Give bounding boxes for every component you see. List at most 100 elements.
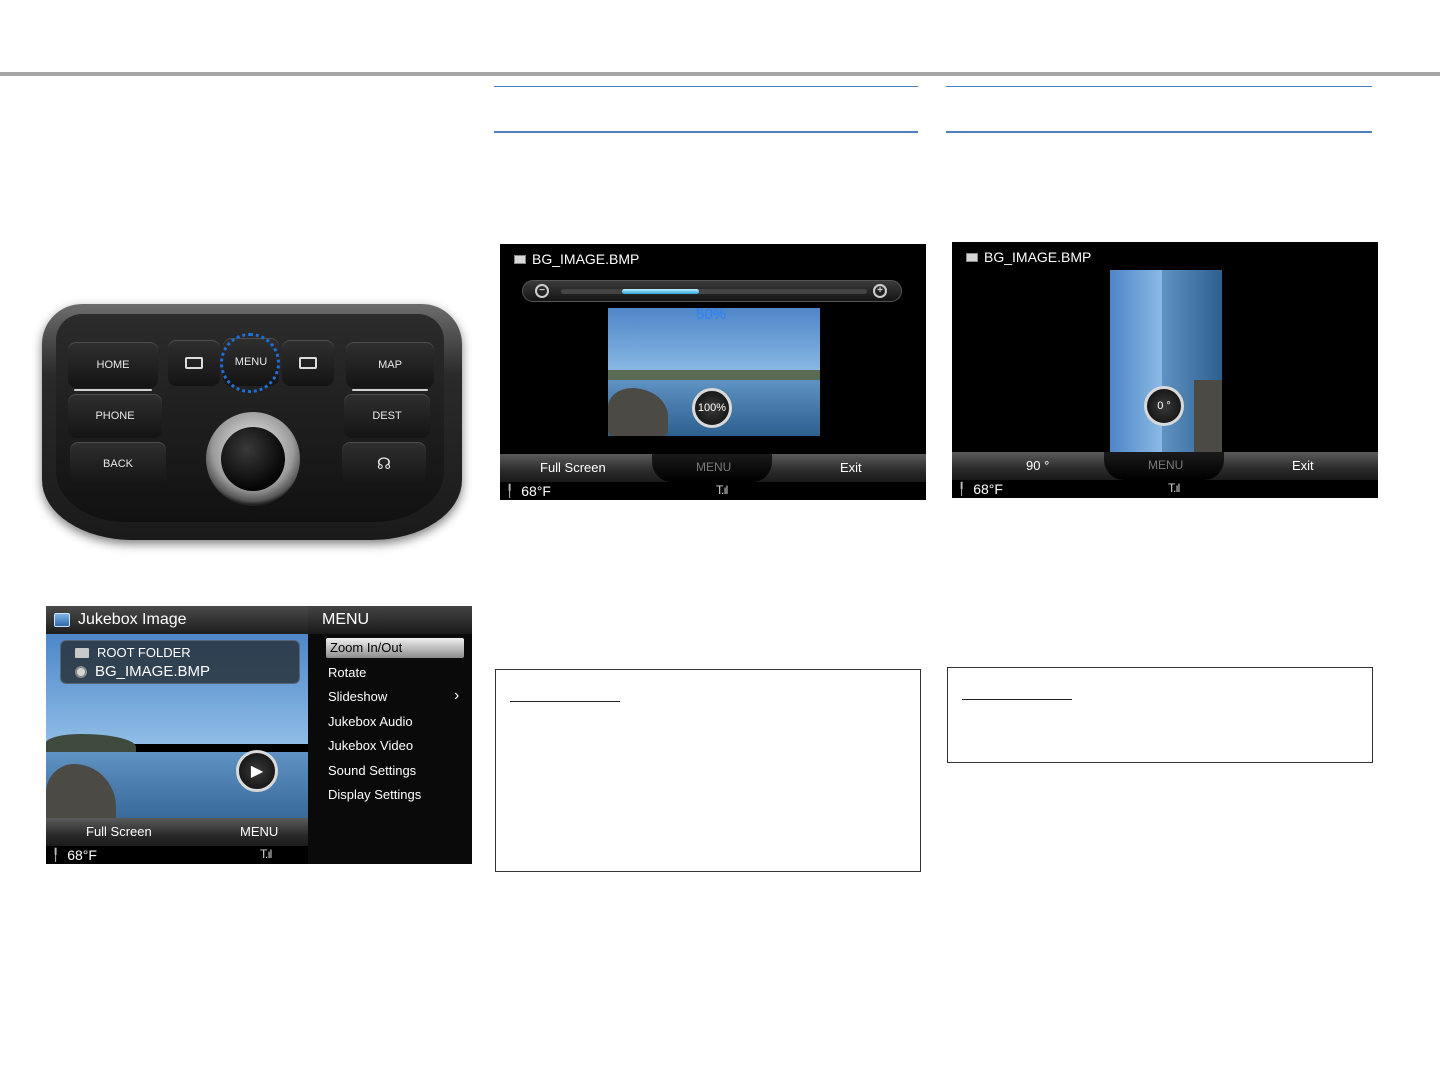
dest-button[interactable]: DEST: [344, 394, 430, 438]
zoom-note-box: [495, 669, 921, 872]
jukebox-header: Jukebox Image: [46, 606, 308, 634]
back-button-label: BACK: [103, 458, 133, 470]
menu-item-display-settings[interactable]: Display Settings: [328, 787, 421, 802]
signal-icon: T.ıl: [716, 483, 728, 497]
map-button[interactable]: MAP: [346, 342, 434, 391]
exit-softkey[interactable]: Exit: [1292, 458, 1314, 473]
play-icon: ▶: [250, 763, 264, 780]
temperature-value: 68°F: [973, 481, 1003, 497]
rotation-badge[interactable]: 0 °: [1144, 386, 1184, 426]
rotate-note-box: [947, 667, 1373, 763]
page-top-rule: [0, 72, 1440, 76]
full-screen-softkey[interactable]: Full Screen: [540, 460, 606, 475]
voice-icon: ☊: [376, 456, 392, 473]
temperature-display: ╿ 68°F: [958, 481, 1003, 497]
photo-rocks: [1194, 380, 1222, 456]
manual-page: HOME PHONE BACK MENU MAP DEST ☊ Jukebox …: [0, 0, 1440, 1080]
zoom-level-badge[interactable]: 100%: [692, 388, 732, 428]
zoom-screen: BG_IMAGE.BMP − + 50% 100% Full Screen ME…: [500, 244, 926, 500]
screen-icon: [299, 357, 317, 369]
menu-item-jukebox-audio[interactable]: Jukebox Audio: [328, 714, 413, 729]
jukebox-softkey-bar: Full Screen MENU: [46, 818, 308, 846]
chevron-right-icon: ›: [454, 687, 460, 704]
dest-button-label: DEST: [372, 410, 402, 422]
rotate-file-name: BG_IMAGE.BMP: [984, 249, 1092, 265]
menu-item-sound-settings[interactable]: Sound Settings: [328, 763, 416, 778]
temperature-display: ╿ 68°F: [506, 483, 551, 499]
full-screen-softkey[interactable]: Full Screen: [86, 824, 152, 839]
home-button-label: HOME: [96, 359, 130, 371]
play-button[interactable]: ▶: [236, 750, 278, 792]
rotate-status-bar: ╿ 68°F T.ıl: [952, 480, 1378, 498]
menu-item-zoom[interactable]: Zoom In/Out: [326, 638, 464, 658]
file-name: BG_IMAGE.BMP: [95, 663, 211, 680]
menu-softkey[interactable]: MENU: [240, 824, 278, 839]
image-icon: [966, 252, 978, 262]
file-info-panel: ROOT FOLDER BG_IMAGE.BMP: [60, 640, 300, 684]
screen-left-button[interactable]: [168, 340, 220, 386]
folder-row: ROOT FOLDER: [75, 645, 191, 660]
menu-softkey: MENU: [696, 460, 732, 474]
rotate-90-softkey[interactable]: 90 °: [1026, 458, 1049, 473]
image-icon: [514, 254, 526, 264]
screen-right-button[interactable]: [282, 340, 334, 386]
control-knob[interactable]: [206, 412, 300, 506]
zoom-softkey-bar: Full Screen MENU Exit: [500, 454, 926, 482]
photo-sky: [1110, 270, 1166, 456]
image-icon: [54, 613, 70, 627]
zoom-fill: [622, 289, 699, 294]
zoom-file-title: BG_IMAGE.BMP: [514, 251, 639, 267]
temperature-display: ╿ 68°F: [52, 847, 97, 863]
head-unit-control-panel: HOME PHONE BACK MENU MAP DEST ☊: [40, 300, 464, 546]
exit-softkey[interactable]: Exit: [840, 460, 862, 475]
phone-button[interactable]: PHONE: [68, 394, 162, 438]
zoom-percent-label: 50%: [696, 306, 727, 323]
file-icon: [75, 665, 87, 678]
temperature-value: 68°F: [67, 847, 97, 863]
zoom-out-icon[interactable]: −: [535, 284, 549, 298]
menu-header: MENU: [308, 606, 472, 634]
phone-button-label: PHONE: [95, 410, 135, 422]
zoom-section-rule-bottom: [494, 131, 918, 133]
thermometer-icon: ╿: [958, 482, 966, 496]
home-separator: [74, 389, 152, 391]
note-heading-underline: [962, 699, 1072, 700]
map-button-label: MAP: [378, 359, 402, 371]
jukebox-image-screen: Jukebox Image MENU ROOT FOLDER BG_IMAGE.…: [46, 606, 472, 864]
zoom-in-icon[interactable]: +: [873, 284, 887, 298]
knob-center: [221, 427, 285, 491]
rotate-section-rule-bottom: [946, 131, 1372, 133]
zoom-file-name: BG_IMAGE.BMP: [532, 251, 640, 267]
home-button[interactable]: HOME: [68, 342, 158, 391]
temperature-value: 68°F: [521, 483, 551, 499]
screen-icon: [185, 357, 203, 369]
rotate-softkey-bar: 90 ° MENU Exit: [952, 452, 1378, 480]
map-separator: [352, 389, 428, 391]
folder-icon: [75, 647, 89, 658]
rotate-file-title: BG_IMAGE.BMP: [966, 249, 1091, 265]
menu-softkey: MENU: [1148, 458, 1184, 472]
voice-button[interactable]: ☊: [342, 442, 426, 486]
note-heading-underline: [510, 701, 620, 702]
thermometer-icon: ╿: [506, 484, 514, 498]
jukebox-status-bar: ╿ 68°F T.ıl: [46, 846, 308, 864]
zoom-track: [561, 289, 867, 294]
thermometer-icon: ╿: [52, 848, 60, 862]
zoom-slider[interactable]: − +: [522, 280, 902, 302]
menu-item-rotate[interactable]: Rotate: [328, 665, 366, 680]
rotate-screen: BG_IMAGE.BMP 0 ° 90 ° MENU Exit ╿ 68°F T…: [952, 242, 1378, 498]
jukebox-menu-list: Zoom In/Out Rotate Slideshow › Jukebox A…: [308, 634, 472, 864]
file-row: BG_IMAGE.BMP: [75, 663, 210, 680]
back-button[interactable]: BACK: [70, 442, 166, 486]
zoom-section-rule-top: [494, 86, 918, 87]
jukebox-title: Jukebox Image: [78, 611, 187, 628]
menu-highlight-ring: [220, 333, 280, 393]
signal-icon: T.ıl: [1168, 481, 1180, 495]
rotated-photo: [1110, 270, 1222, 456]
zoom-status-bar: ╿ 68°F T.ıl: [500, 482, 926, 500]
menu-item-jukebox-video[interactable]: Jukebox Video: [328, 738, 413, 753]
folder-name: ROOT FOLDER: [97, 645, 191, 660]
rotate-section-rule-top: [946, 86, 1372, 87]
signal-icon: T.ıl: [260, 847, 272, 861]
menu-item-slideshow[interactable]: Slideshow: [328, 689, 387, 704]
